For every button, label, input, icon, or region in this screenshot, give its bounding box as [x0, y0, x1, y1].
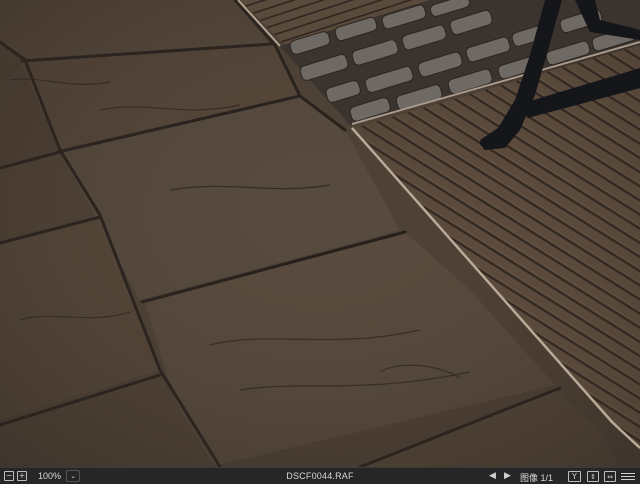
menu-line	[621, 479, 635, 480]
menu-line	[621, 476, 635, 477]
viewer-status-bar: − + 100% ⌄ DSCF0044.RAF ◀ ▶ 图像 1/1 Y ⇕ ⇔	[0, 467, 640, 484]
y-channel-icon[interactable]: Y	[568, 471, 581, 482]
hamburger-menu-icon[interactable]	[621, 471, 635, 482]
photo-canvas[interactable]	[0, 0, 640, 467]
previous-image-button[interactable]: ◀	[489, 470, 496, 481]
photo-image	[0, 0, 640, 467]
split-view-icon[interactable]: ⇕	[587, 471, 599, 482]
menu-line	[621, 473, 635, 474]
compare-view-icon[interactable]: ⇔	[604, 471, 616, 482]
next-image-button[interactable]: ▶	[504, 470, 511, 481]
image-page-count: 图像 1/1	[520, 473, 554, 483]
